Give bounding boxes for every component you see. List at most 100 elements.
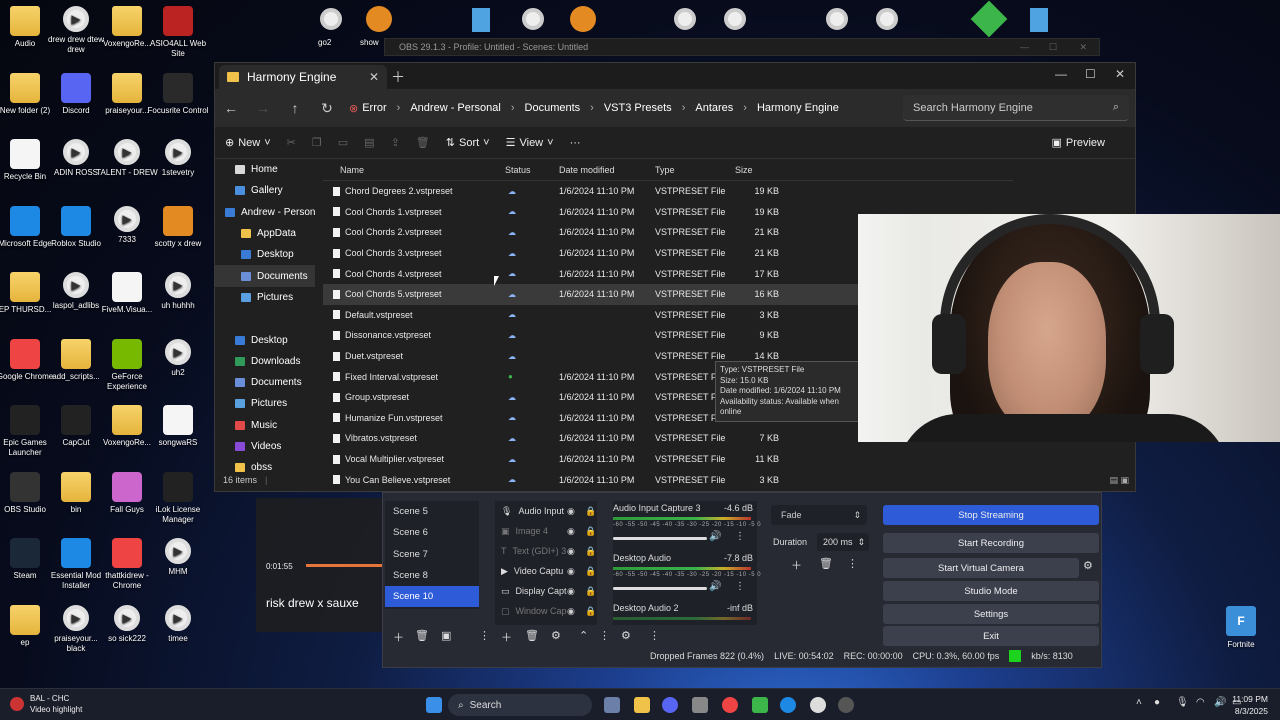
more-options-button[interactable]: ··· [570,137,581,149]
up-arrow-icon[interactable]: ↑ [279,100,311,116]
breadcrumb[interactable]: ⊗ Error › Andrew - Personal › Documents › V… [349,95,897,121]
close-tab-icon[interactable]: ✕ [369,70,379,84]
lock-icon[interactable]: 🔒 [585,586,596,597]
sidebar-item[interactable]: Documents [215,265,315,287]
sidebar-item[interactable]: Documents [215,372,315,393]
delete-icon[interactable]: 🗑 [416,136,430,149]
cut-icon[interactable]: ✂ [287,136,296,149]
wifi-icon[interactable]: ◠ [1196,697,1205,708]
preview-button[interactable]: ▣ Preview [1051,136,1105,150]
fl-studio-icon[interactable] [366,6,392,32]
desktop-icon[interactable]: songwaRS [147,405,209,448]
new-tab-icon[interactable]: ＋ [391,67,405,87]
visibility-eye-icon[interactable]: ◉ [567,586,575,597]
image-file-icon[interactable] [1030,8,1048,32]
add-source-icon[interactable]: ＋ [501,629,512,645]
settings-button[interactable]: Settings [883,604,1099,624]
scene-item[interactable]: Scene 7 [385,544,479,565]
desktop-icon[interactable]: scotty x drew [147,205,209,249]
breadcrumb-item[interactable]: Documents [525,102,581,114]
media-file-icon[interactable] [876,8,898,30]
studio-mode-button[interactable]: Studio Mode [883,581,1099,601]
breadcrumb-item[interactable]: VST3 Presets [604,102,672,114]
microphone-icon[interactable]: 🎙 [1176,697,1189,708]
volume-icon[interactable]: 🔊 [1214,697,1226,708]
obs-taskbar-icon[interactable] [838,697,854,713]
transition-select[interactable]: Fade ⇕ [771,505,867,525]
source-item[interactable]: ▢ Window Cap ◉ 🔒 [495,601,597,621]
scene-item[interactable]: Scene 10 [385,586,479,608]
column-type[interactable]: Type [655,165,675,175]
add-scene-icon[interactable]: ＋ [393,629,404,645]
copy-icon[interactable]: ❐ [312,136,322,149]
media-file-icon[interactable] [522,8,544,30]
remove-scene-icon[interactable]: 🗑 [415,629,429,642]
lock-icon[interactable]: 🔒 [585,506,596,517]
fortnite-label[interactable]: Fortnite [1218,640,1264,649]
move-up-icon[interactable]: ⌃ [579,629,588,642]
sidebar-item[interactable]: Desktop [215,244,315,265]
scene-item[interactable]: Scene 5 [385,501,479,522]
advanced-audio-icon[interactable]: ⚙ [621,629,631,642]
minimize-icon[interactable]: — [1055,67,1067,81]
forward-arrow-icon[interactable]: → [247,100,279,116]
start-recording-button[interactable]: Start Recording [883,533,1099,553]
column-size[interactable]: Size [735,165,753,175]
obs-close-icon[interactable]: ✕ [1079,42,1087,53]
search-input[interactable]: Search Harmony Engine ⌕ [903,95,1129,121]
sidebar-item[interactable]: Home [215,159,315,180]
desktop-icon[interactable]: Focusrite Control [147,72,209,116]
media-file-icon[interactable] [826,8,848,30]
source-item[interactable]: ▭ Display Capt ◉ 🔒 [495,581,597,601]
taskbar-notification[interactable]: BAL - CHC Video highlight [10,693,82,715]
chrome-icon[interactable] [722,697,738,713]
file-row[interactable]: Vocal Multiplier.vstpreset 1/6/2024 11:10… [323,449,1013,470]
sidebar-item[interactable]: Music [215,415,315,436]
sidebar-item[interactable]: Andrew - Person [215,202,315,223]
sidebar-item[interactable]: Gallery [215,180,315,201]
source-item[interactable]: T Text (GDI+) 3 ◉ 🔒 [495,541,597,561]
fl-studio-icon[interactable] [570,6,596,32]
app-icon[interactable] [752,697,768,713]
desktop-icon[interactable]: ▶ uh2 [147,338,209,378]
start-virtual-camera-button[interactable]: Start Virtual Camera [883,558,1079,578]
source-menu-icon[interactable]: ⋮ [599,629,610,642]
desktop-icon[interactable]: ▶ timee [147,604,209,644]
virtual-camera-settings-icon[interactable]: ⚙ [1083,559,1093,572]
refresh-icon[interactable]: ↻ [311,100,343,117]
edge-icon[interactable] [780,697,796,713]
desktop-icon[interactable]: iLok License Manager [147,471,209,525]
file-row[interactable]: Chord Degrees 2.vstpreset 1/6/2024 11:10 … [323,181,1013,202]
lock-icon[interactable]: 🔒 [585,526,596,537]
breadcrumb-item[interactable]: Andrew - Personal [410,102,501,114]
duration-input[interactable]: 200 ms ⇕ [817,533,869,551]
desktop-icon[interactable]: ▶ uh huhhh [147,272,209,311]
obs-title-bar[interactable]: OBS 29.1.3 - Profile: Untitled - Scenes:… [384,38,1100,56]
close-window-icon[interactable]: ✕ [1115,67,1125,81]
column-name[interactable]: Name [340,165,364,175]
taskbar-clock[interactable]: 11:09 PM 8/3/2025 [1232,693,1268,717]
desktop-icon[interactable]: ▶ MHM [147,538,209,577]
breadcrumb-item[interactable]: Error [362,102,386,114]
desktop-label-go2[interactable]: go2 [318,38,331,47]
channel-menu-icon[interactable]: ⋮ [735,531,745,542]
visibility-eye-icon[interactable]: ◉ [567,506,575,517]
discord-icon[interactable] [662,697,678,713]
source-item[interactable]: ▶ Video Captu ◉ 🔒 [495,561,597,581]
rename-icon[interactable]: ▤ [364,136,374,149]
new-button[interactable]: ⊕ New ˅ [225,136,271,150]
sidebar-item[interactable]: Videos [215,436,315,457]
sidebar-item[interactable]: Downloads [215,351,315,372]
sidebar-item[interactable]: Pictures [215,393,315,414]
column-date-modified[interactable]: Date modified [559,165,615,175]
exit-button[interactable]: Exit [883,626,1099,646]
taskbar-search[interactable]: ⌕ Search [448,694,592,716]
start-windows-icon[interactable] [426,697,442,713]
scene-menu-icon[interactable]: ⋮ [479,629,490,642]
remove-transition-icon[interactable]: 🗑 [819,557,833,570]
tray-app-icon[interactable]: ● [1154,697,1160,708]
sidebar-item[interactable]: Pictures [215,287,315,308]
obs-maximize-icon[interactable]: ☐ [1049,42,1057,53]
breadcrumb-item[interactable]: Antares [695,102,733,114]
obs-minimize-icon[interactable]: — [1020,42,1029,52]
